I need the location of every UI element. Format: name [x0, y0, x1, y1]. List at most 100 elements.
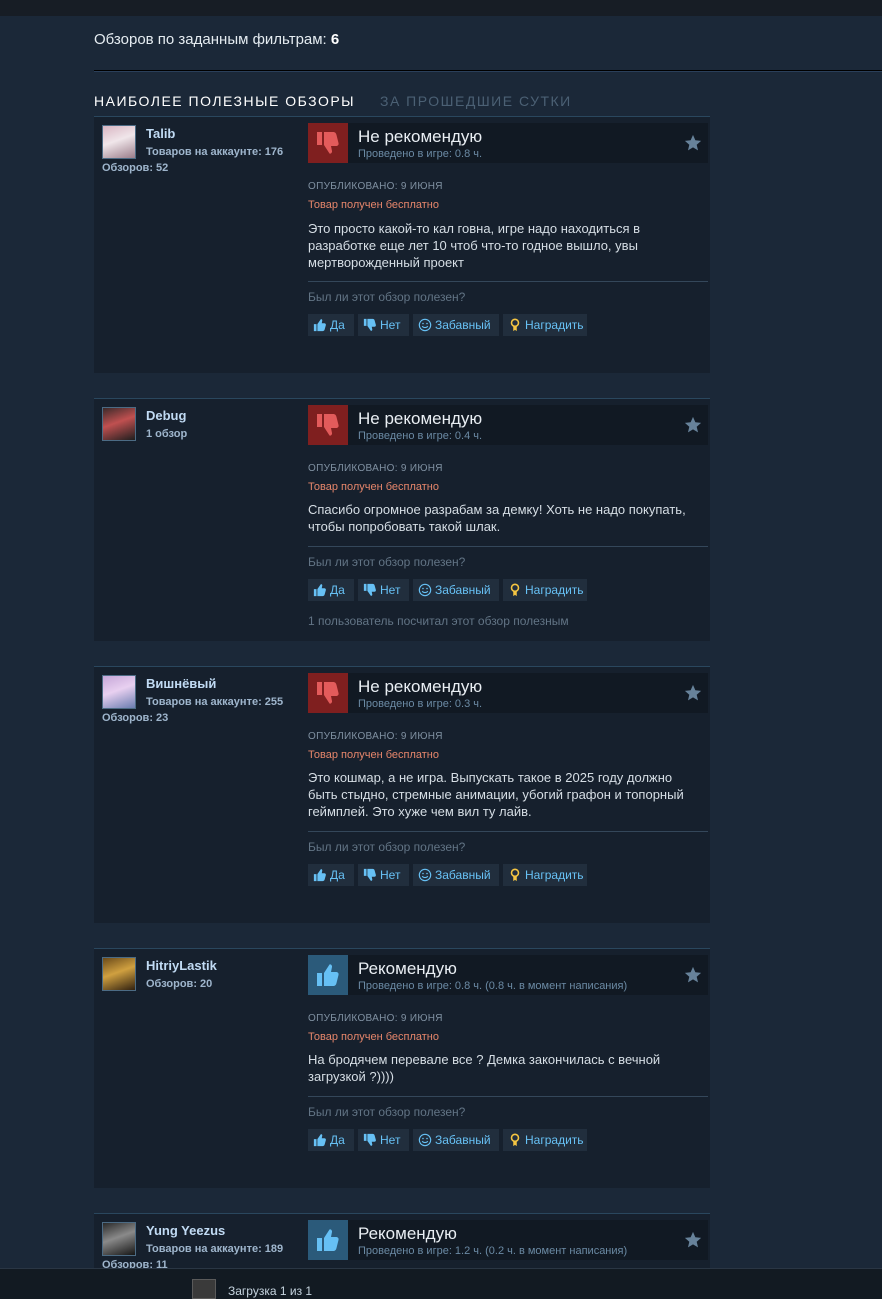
award-button[interactable]: Наградить — [503, 579, 587, 601]
author-review-count[interactable]: Обзоров: 23 — [102, 712, 168, 724]
divider — [308, 281, 708, 282]
thumbs-down-icon — [308, 123, 348, 163]
thumbs-down-icon — [308, 673, 348, 713]
award-button[interactable]: Наградить — [503, 1129, 587, 1151]
loading-status: Загрузка 1 из 1 — [228, 1284, 313, 1298]
vote-yes-button[interactable]: Да — [308, 1129, 354, 1151]
username[interactable]: Yung Yeezus — [146, 1223, 225, 1238]
star-icon[interactable] — [684, 684, 702, 702]
review-card: Вишнёвый Товаров на аккаунте: 255 Обзоров:… — [94, 666, 710, 923]
vote-no-button[interactable]: Нет — [358, 864, 409, 886]
vote-no-label: Нет — [380, 318, 401, 332]
review-card: Debug 1 обзор Не рекомендую Проведено в игр… — [94, 398, 710, 641]
star-icon[interactable] — [684, 1231, 702, 1249]
vote-yes-label: Да — [330, 1133, 345, 1147]
vote-no-button[interactable]: Нет — [358, 1129, 409, 1151]
star-icon[interactable] — [684, 416, 702, 434]
username[interactable]: Вишнёвый — [146, 676, 216, 691]
playtime: Проведено в игре: 1.2 ч. (0.2 ч. в момен… — [358, 1245, 628, 1257]
author-stat[interactable]: Товаров на аккаунте: 189 — [146, 1243, 283, 1255]
top-bar — [0, 0, 882, 16]
star-icon[interactable] — [684, 966, 702, 984]
award-button[interactable]: Наградить — [503, 864, 587, 886]
posted-date: ОПУБЛИКОВАНО: 9 ИЮНЯ — [308, 463, 443, 474]
free-product-notice: Товар получен бесплатно — [308, 199, 439, 211]
section-subtitle[interactable]: ЗА ПРОШЕДШИЕ СУТКИ — [380, 93, 572, 109]
loading-footer: Загрузка 1 из 1 — [0, 1268, 882, 1299]
avatar[interactable] — [102, 957, 136, 991]
author-stat[interactable]: Товаров на аккаунте: 255 — [146, 696, 283, 708]
helpful-question: Был ли этот обзор полезен? — [308, 840, 466, 854]
divider — [308, 831, 708, 832]
vote-funny-button[interactable]: Забавный — [413, 579, 499, 601]
vote-header[interactable]: Не рекомендую Проведено в игре: 0.4 ч. — [308, 405, 708, 445]
vote-funny-label: Забавный — [435, 1133, 491, 1147]
free-product-notice: Товар получен бесплатно — [308, 749, 439, 761]
helpful-question: Был ли этот обзор полезен? — [308, 555, 466, 569]
vote-no-button[interactable]: Нет — [358, 314, 409, 336]
posted-date: ОПУБЛИКОВАНО: 9 ИЮНЯ — [308, 181, 443, 192]
author-stat[interactable]: Обзоров: 20 — [146, 978, 212, 990]
vote-yes-button[interactable]: Да — [308, 864, 354, 886]
verdict[interactable]: Не рекомендую — [358, 677, 482, 697]
avatar[interactable] — [102, 1222, 136, 1256]
playtime: Проведено в игре: 0.8 ч. — [358, 148, 483, 160]
username[interactable]: Debug — [146, 408, 186, 423]
vote-header[interactable]: Не рекомендую Проведено в игре: 0.8 ч. — [308, 123, 708, 163]
vote-no-label: Нет — [380, 583, 401, 597]
star-icon[interactable] — [684, 134, 702, 152]
posted-date: ОПУБЛИКОВАНО: 9 ИЮНЯ — [308, 731, 443, 742]
thumbs-up-icon — [308, 1220, 348, 1260]
divider — [308, 1096, 708, 1097]
filter-count-value: 6 — [330, 31, 340, 48]
filter-count-label: Обзоров по заданным фильтрам: — [94, 31, 327, 48]
section-title: НАИБОЛЕЕ ПОЛЕЗНЫЕ ОБЗОРЫ — [94, 93, 356, 109]
verdict[interactable]: Рекомендую — [358, 1224, 457, 1244]
divider — [94, 70, 882, 72]
username[interactable]: Talib — [146, 126, 175, 141]
author-review-count[interactable]: Обзоров: 52 — [102, 162, 168, 174]
vote-funny-label: Забавный — [435, 318, 491, 332]
review-card: Yung Yeezus Товаров на аккаунте: 189 Обзор… — [94, 1213, 710, 1274]
vote-funny-button[interactable]: Забавный — [413, 1129, 499, 1151]
game-thumbnail — [192, 1279, 216, 1299]
author-stat[interactable]: 1 обзор — [146, 428, 187, 440]
vote-yes-button[interactable]: Да — [308, 314, 354, 336]
author-stat[interactable]: Товаров на аккаунте: 176 — [146, 146, 283, 158]
free-product-notice: Товар получен бесплатно — [308, 481, 439, 493]
posted-date: ОПУБЛИКОВАНО: 9 ИЮНЯ — [308, 1013, 443, 1024]
vote-no-label: Нет — [380, 1133, 401, 1147]
verdict[interactable]: Рекомендую — [358, 959, 457, 979]
vote-funny-label: Забавный — [435, 583, 491, 597]
playtime: Проведено в игре: 0.8 ч. (0.8 ч. в момен… — [358, 980, 628, 992]
helpful-question: Был ли этот обзор полезен? — [308, 1105, 466, 1119]
vote-header[interactable]: Не рекомендую Проведено в игре: 0.3 ч. — [308, 673, 708, 713]
vote-header[interactable]: Рекомендую Проведено в игре: 1.2 ч. (0.2 … — [308, 1220, 708, 1260]
award-label: Наградить — [525, 583, 584, 597]
avatar[interactable] — [102, 407, 136, 441]
vote-yes-label: Да — [330, 868, 345, 882]
review-text: Это просто какой-то кал говна, игре надо… — [308, 221, 641, 270]
award-label: Наградить — [525, 868, 584, 882]
avatar[interactable] — [102, 125, 136, 159]
vote-yes-label: Да — [330, 583, 345, 597]
vote-no-label: Нет — [380, 868, 401, 882]
verdict[interactable]: Не рекомендую — [358, 409, 482, 429]
vote-funny-button[interactable]: Забавный — [413, 864, 499, 886]
review-text: Это кошмар, а не игра. Выпускать такое в… — [308, 770, 684, 819]
vote-funny-button[interactable]: Забавный — [413, 314, 499, 336]
divider — [308, 546, 708, 547]
avatar[interactable] — [102, 675, 136, 709]
vote-yes-button[interactable]: Да — [308, 579, 354, 601]
vote-no-button[interactable]: Нет — [358, 579, 409, 601]
review-text: На бродячем перевале все ? Демка закончи… — [308, 1052, 661, 1084]
award-label: Наградить — [525, 1133, 584, 1147]
helpful-question: Был ли этот обзор полезен? — [308, 290, 466, 304]
username[interactable]: HitriyLastik — [146, 958, 217, 973]
review-card: Talib Товаров на аккаунте: 176 Обзоров: 52… — [94, 116, 710, 373]
award-button[interactable]: Наградить — [503, 314, 587, 336]
verdict[interactable]: Не рекомендую — [358, 127, 482, 147]
review-text: Спасибо огромное разрабам за демку! Хоть… — [308, 502, 686, 534]
review-card: HitriyLastik Обзоров: 20 Рекомендую Проведе… — [94, 948, 710, 1188]
vote-header[interactable]: Рекомендую Проведено в игре: 0.8 ч. (0.8 … — [308, 955, 708, 995]
